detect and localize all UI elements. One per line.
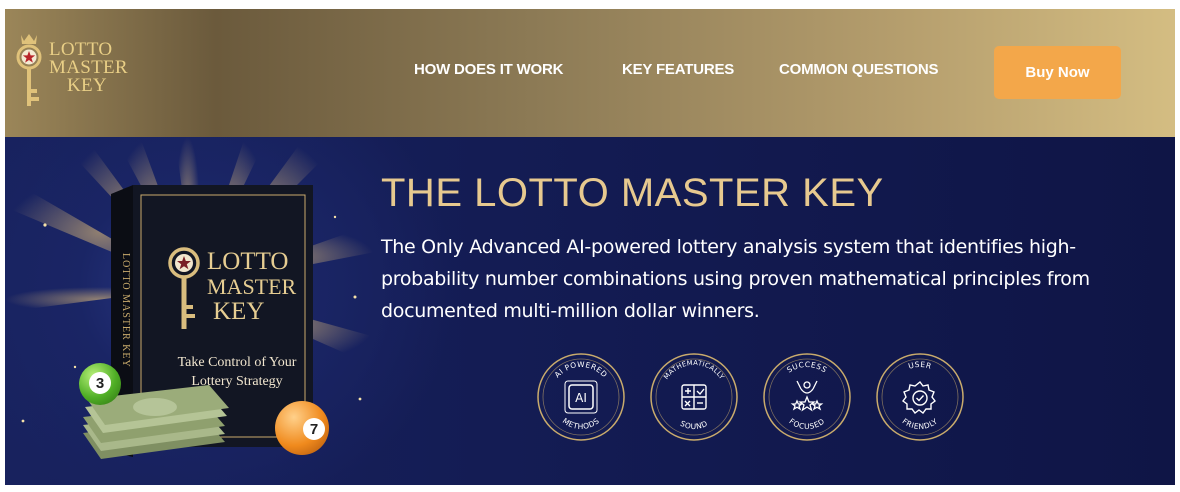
lottery-ball-green: 3 xyxy=(79,363,121,405)
badge-math-top-text: MATHEMATICALLY xyxy=(662,359,726,382)
hero-section: LOTTO MASTER KEY LOTTO MASTER KEY Take C… xyxy=(5,137,1175,485)
badge-math-bottom-text: SOUND xyxy=(679,419,709,431)
svg-text:MATHEMATICALLY: MATHEMATICALLY xyxy=(662,359,726,382)
ball-number-3: 3 xyxy=(89,372,111,394)
ai-chip-icon: AI xyxy=(575,391,587,405)
calculator-icon xyxy=(681,384,707,410)
badge-user-top-text: USER xyxy=(907,360,932,371)
badge-mathematically-sound: MATHEMATICALLY SOUND xyxy=(648,351,740,443)
svg-text:FOCUSED: FOCUSED xyxy=(787,417,826,431)
nav-common-questions[interactable]: COMMON QUESTIONS xyxy=(779,61,939,78)
svg-text:USER: USER xyxy=(907,360,933,371)
page-frame: LOTTO MASTER KEY HOW DOES IT WORK KEY FE… xyxy=(5,9,1175,485)
badge-success-focused: SUCCESS FOCUSED xyxy=(761,351,853,443)
buy-now-button[interactable]: Buy Now xyxy=(994,46,1121,99)
lottery-ball-orange: 7 xyxy=(275,401,329,455)
product-book-image: LOTTO MASTER KEY LOTTO MASTER KEY Take C… xyxy=(5,137,365,485)
hero-title: THE LOTTO MASTER KEY xyxy=(381,171,884,215)
svg-text:SOUND: SOUND xyxy=(679,419,709,431)
badge-ai-bottom-text: METHODS xyxy=(561,416,601,431)
site-header: LOTTO MASTER KEY HOW DOES IT WORK KEY FE… xyxy=(5,9,1175,137)
badge-success-bottom-text: FOCUSED xyxy=(787,417,826,431)
svg-text:METHODS: METHODS xyxy=(561,416,601,431)
badge-ai-powered: AI POWERED METHODS AI xyxy=(535,351,627,443)
svg-text:AI POWERED: AI POWERED xyxy=(553,360,610,379)
badge-user-bottom-text: FRIENDLY xyxy=(901,417,939,432)
badge-user-friendly: USER FRIENDLY xyxy=(874,351,966,443)
trophy-stars-icon xyxy=(790,380,824,412)
svg-text:FRIENDLY: FRIENDLY xyxy=(901,417,940,432)
ball-number-7: 7 xyxy=(303,418,325,440)
nav-how-it-works[interactable]: HOW DOES IT WORK xyxy=(414,61,563,78)
nav-key-features[interactable]: KEY FEATURES xyxy=(622,61,734,78)
hero-description: The Only Advanced AI-powered lottery ana… xyxy=(381,236,1090,322)
badge-ai-top-text: AI POWERED xyxy=(553,360,609,379)
gear-check-icon xyxy=(902,381,936,414)
